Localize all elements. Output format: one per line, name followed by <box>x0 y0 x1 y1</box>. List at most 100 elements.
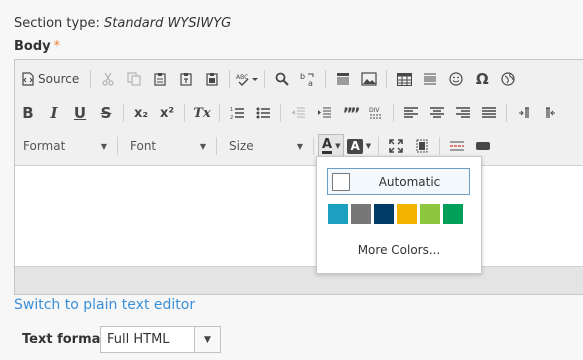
underline-button[interactable]: U <box>68 101 92 125</box>
special-char-button[interactable]: Ω <box>470 67 494 91</box>
spellcheck-button[interactable]: ABC <box>235 67 259 91</box>
div-container-button[interactable]: DIV <box>364 101 388 125</box>
subscript-icon: x₂ <box>133 105 149 121</box>
svg-text:a: a <box>308 79 313 87</box>
image-icon <box>361 72 377 86</box>
color-swatch[interactable] <box>374 204 394 224</box>
templates-button[interactable] <box>331 67 355 91</box>
remove-format-button[interactable]: Tx <box>190 101 214 125</box>
color-swatch[interactable] <box>443 204 463 224</box>
iframe-button[interactable] <box>496 67 520 91</box>
paste-text-button[interactable] <box>174 67 198 91</box>
wysiwyg-editor: Source ABC b a Ω B I U S x₂ x² Tx 1 2 ””… <box>14 59 583 295</box>
source-button[interactable]: Source <box>16 67 85 91</box>
toolbar-separator <box>280 104 281 122</box>
switch-to-plain-text-link[interactable]: Switch to plain text editor <box>14 297 195 313</box>
horizontal-rule-button[interactable] <box>418 67 442 91</box>
toolbar-separator <box>123 104 124 122</box>
format-combo[interactable]: Format ▼ <box>15 134 113 158</box>
text-direction-rtl-button[interactable] <box>538 101 562 125</box>
numbered-list-button[interactable]: 12 <box>225 101 249 125</box>
globe-icon <box>501 72 515 86</box>
text-color-icon: A <box>322 137 333 154</box>
background-color-button[interactable]: A ▼ <box>344 134 374 158</box>
align-right-icon <box>456 107 470 118</box>
color-swatch[interactable] <box>397 204 417 224</box>
superscript-icon: x² <box>159 105 175 121</box>
align-center-button[interactable] <box>425 101 449 125</box>
toolbar-separator <box>229 70 231 88</box>
indent-icon <box>318 107 331 118</box>
chevron-down-icon: ▼ <box>335 142 341 150</box>
outdent-button[interactable] <box>286 101 310 125</box>
cut-button[interactable] <box>96 67 120 91</box>
underline-icon: U <box>73 104 87 122</box>
spellcheck-icon: ABC <box>236 74 259 86</box>
page-break-button[interactable] <box>445 134 469 158</box>
justify-button[interactable] <box>477 101 501 125</box>
text-color-button[interactable]: A ▼ <box>318 134 345 158</box>
strikethrough-icon: S <box>100 104 112 122</box>
bulleted-list-button[interactable] <box>251 101 275 125</box>
color-swatches <box>328 204 466 224</box>
subscript-button[interactable]: x₂ <box>129 101 153 125</box>
copy-icon <box>127 72 141 86</box>
chevron-down-icon: ▼ <box>365 142 372 150</box>
toolbar-separator <box>90 70 92 88</box>
remove-format-icon: Tx <box>193 105 211 121</box>
color-swatch[interactable] <box>328 204 348 224</box>
blockquote-button[interactable]: ”” <box>338 101 362 125</box>
replace-button[interactable]: ba <box>296 67 320 91</box>
align-left-button[interactable] <box>399 101 423 125</box>
background-color-icon: A <box>347 138 363 154</box>
italic-icon: I <box>50 104 58 122</box>
table-icon <box>396 72 412 86</box>
indent-button[interactable] <box>312 101 336 125</box>
placeholder-icon <box>476 142 491 150</box>
svg-text:DIV: DIV <box>369 107 380 114</box>
image-button[interactable] <box>357 67 381 91</box>
justify-icon <box>482 107 496 118</box>
svg-text:1: 1 <box>230 107 233 113</box>
text-color-panel: Automatic More Colors... <box>316 156 482 274</box>
placeholder-button[interactable] <box>471 134 495 158</box>
more-colors-button[interactable]: More Colors... <box>317 243 481 257</box>
body-label-text: Body <box>14 39 51 54</box>
superscript-button[interactable]: x² <box>155 101 179 125</box>
size-combo[interactable]: Size ▼ <box>221 134 309 158</box>
smiley-button[interactable] <box>444 67 468 91</box>
align-center-icon <box>430 107 444 118</box>
smiley-icon <box>449 72 463 86</box>
table-button[interactable] <box>392 67 416 91</box>
paste-word-button[interactable] <box>200 67 224 91</box>
strikethrough-button[interactable]: S <box>94 101 118 125</box>
svg-text:2: 2 <box>230 115 233 120</box>
maximize-button[interactable] <box>384 134 408 158</box>
color-swatch[interactable] <box>351 204 371 224</box>
toolbar-separator <box>439 137 441 155</box>
italic-button[interactable]: I <box>42 101 66 125</box>
font-combo[interactable]: Font ▼ <box>122 134 212 158</box>
toolbar-row-2: B I U S x₂ x² Tx 12 ”” DIV <box>15 98 563 128</box>
format-combo-label: Format <box>23 139 66 153</box>
font-combo-label: Font <box>130 139 157 153</box>
editor-toolbar: Source ABC b a Ω B I U S x₂ x² Tx 1 2 ””… <box>15 60 583 166</box>
section-type-value: Standard WYSIWYG <box>104 16 232 31</box>
text-format-select[interactable]: Full HTML ▼ <box>100 326 221 353</box>
bold-button[interactable]: B <box>16 101 40 125</box>
svg-text:b: b <box>300 72 305 81</box>
text-direction-ltr-button[interactable] <box>512 101 536 125</box>
paste-button[interactable] <box>148 67 172 91</box>
find-button[interactable] <box>270 67 294 91</box>
chevron-down-icon[interactable]: ▼ <box>194 327 220 352</box>
copy-button[interactable] <box>122 67 146 91</box>
align-right-button[interactable] <box>451 101 475 125</box>
maximize-icon <box>389 139 403 153</box>
show-blocks-button[interactable] <box>410 134 434 158</box>
automatic-color-option[interactable]: Automatic <box>327 168 470 195</box>
editor-status-bar <box>15 266 583 294</box>
color-swatch[interactable] <box>420 204 440 224</box>
outdent-icon <box>292 107 305 118</box>
editor-content-area[interactable] <box>15 167 583 267</box>
toolbar-separator <box>219 104 220 122</box>
